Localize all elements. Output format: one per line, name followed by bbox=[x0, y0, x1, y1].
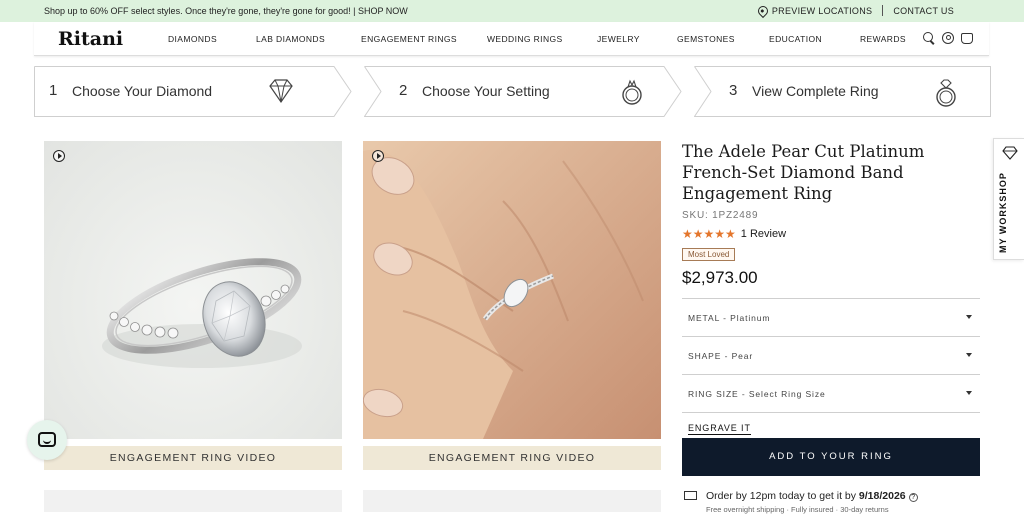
nav-link-gemstones[interactable]: GEMSTONES bbox=[677, 34, 735, 44]
shape-select[interactable]: SHAPE - Pear bbox=[682, 337, 980, 375]
nav-link-engagement-rings[interactable]: ENGAGEMENT RINGS bbox=[361, 34, 457, 44]
divider bbox=[882, 5, 884, 16]
shipping-date: 9/18/2026 bbox=[858, 490, 906, 502]
engagement-ring-video-button[interactable]: ENGAGEMENT RING VIDEO bbox=[44, 446, 342, 470]
add-to-ring-button[interactable]: ADD TO YOUR RING bbox=[682, 438, 980, 476]
product-details: The Adele Pear Cut Platinum French-Set D… bbox=[682, 141, 980, 514]
step-label: View Complete Ring bbox=[752, 83, 879, 99]
ring-setting-icon bbox=[622, 79, 642, 105]
step-view-complete[interactable]: 3 View Complete Ring bbox=[694, 66, 991, 117]
shipping-message: Order by 12pm today to get it by 9/18/20… bbox=[706, 490, 918, 502]
promo-bar: Shop up to 60% OFF select styles. Once t… bbox=[0, 0, 1024, 22]
preview-locations-link[interactable]: PREVIEW LOCATIONS bbox=[755, 3, 873, 18]
truck-icon bbox=[684, 491, 697, 500]
metal-select-label: METAL - Platinum bbox=[688, 313, 771, 323]
ring-illustration bbox=[102, 258, 302, 368]
thumbnail-placeholder bbox=[44, 490, 342, 512]
shipping-subtext: Free overnight shipping · Fully insured … bbox=[706, 505, 889, 514]
product-title: The Adele Pear Cut Platinum French-Set D… bbox=[682, 142, 925, 203]
cart-icon[interactable] bbox=[961, 33, 973, 44]
account-icon[interactable] bbox=[942, 32, 954, 44]
chat-button[interactable] bbox=[27, 420, 67, 460]
step-label: Choose Your Diamond bbox=[72, 83, 213, 99]
step-number: 1 bbox=[49, 82, 58, 99]
nav-link-wedding-rings[interactable]: WEDDING RINGS bbox=[487, 34, 563, 44]
diamond-icon bbox=[269, 79, 293, 104]
build-steps: 1 Choose Your Diamond 2 Choose Your Sett… bbox=[34, 66, 991, 117]
nav-link-jewelry[interactable]: JEWELRY bbox=[597, 34, 640, 44]
chat-icon bbox=[38, 432, 56, 447]
star-rating-icon: ★★★★★ bbox=[682, 227, 736, 241]
thumbnail-placeholder bbox=[363, 490, 661, 512]
nav-link-rewards[interactable]: REWARDS bbox=[860, 34, 906, 44]
metal-select[interactable]: METAL - Platinum bbox=[682, 299, 980, 337]
ring-on-hand-image[interactable] bbox=[363, 141, 661, 439]
promo-message[interactable]: Shop up to 60% OFF select styles. Once t… bbox=[44, 6, 408, 16]
step-number: 3 bbox=[729, 82, 738, 99]
nav-link-lab-diamonds[interactable]: LAB DIAMONDS bbox=[256, 34, 325, 44]
hand-illustration bbox=[363, 141, 661, 439]
shape-select-label: SHAPE - Pear bbox=[688, 351, 754, 361]
step-label: Choose Your Setting bbox=[422, 83, 550, 99]
reviews-link[interactable]: 1 Review bbox=[741, 228, 786, 240]
chevron-down-icon bbox=[966, 353, 972, 357]
product-price: $2,973.00 bbox=[682, 268, 758, 287]
my-workshop-tab[interactable]: MY WORKSHOP bbox=[993, 138, 1024, 260]
help-icon[interactable]: ? bbox=[908, 493, 918, 502]
location-pin-icon bbox=[755, 3, 770, 18]
ring-size-select[interactable]: RING SIZE - Select Ring Size bbox=[682, 375, 980, 413]
play-video-icon[interactable] bbox=[372, 150, 384, 162]
step-choose-diamond[interactable]: 1 Choose Your Diamond bbox=[34, 66, 352, 117]
workshop-diamond-icon bbox=[1002, 146, 1018, 160]
product-rating[interactable]: ★★★★★ 1 Review bbox=[682, 227, 980, 241]
preview-locations-label: PREVIEW LOCATIONS bbox=[771, 5, 873, 16]
step-choose-setting[interactable]: 2 Choose Your Setting bbox=[364, 66, 682, 117]
complete-ring-icon bbox=[936, 79, 956, 107]
step-number: 2 bbox=[399, 82, 408, 99]
contact-us-link[interactable]: CONTACT US bbox=[893, 6, 954, 16]
chevron-down-icon bbox=[966, 315, 972, 319]
ritani-logo[interactable]: Ritani bbox=[58, 28, 123, 50]
option-selectors: METAL - Platinum SHAPE - Pear RING SIZE … bbox=[682, 298, 980, 413]
search-icon[interactable] bbox=[923, 32, 935, 44]
engrave-it-link[interactable]: ENGRAVE IT bbox=[688, 423, 751, 435]
shipping-prefix: Order by 12pm today to get it by bbox=[706, 490, 859, 502]
product-sku: SKU: 1PZ2489 bbox=[682, 210, 759, 221]
chevron-down-icon bbox=[966, 391, 972, 395]
my-workshop-label: MY WORKSHOP bbox=[998, 172, 1008, 253]
ring-product-image[interactable] bbox=[44, 141, 342, 439]
engagement-ring-video-button[interactable]: ENGAGEMENT RING VIDEO bbox=[363, 446, 661, 470]
play-video-icon[interactable] bbox=[53, 150, 65, 162]
nav-link-diamonds[interactable]: DIAMONDS bbox=[168, 34, 217, 44]
most-loved-badge: Most Loved bbox=[682, 248, 736, 261]
nav-link-education[interactable]: EDUCATION bbox=[769, 34, 822, 44]
ring-size-select-label: RING SIZE - Select Ring Size bbox=[688, 389, 826, 399]
main-nav: Ritani DIAMONDS LAB DIAMONDS ENGAGEMENT … bbox=[34, 22, 989, 56]
